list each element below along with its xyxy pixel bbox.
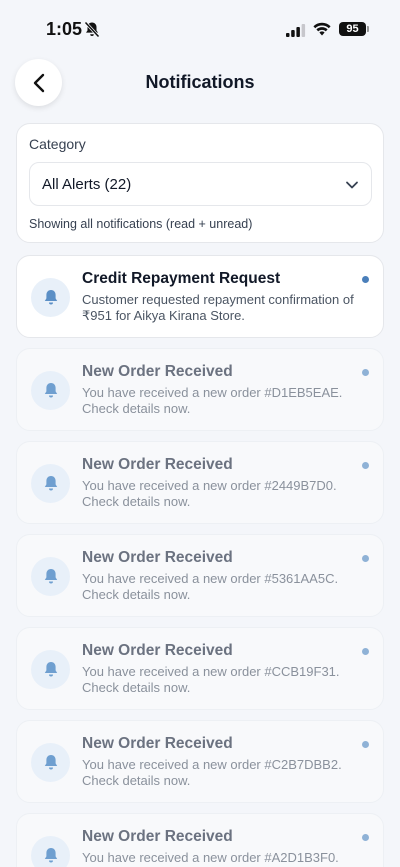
notification-card[interactable]: New Order Received You have received a n… [16, 348, 384, 431]
unread-dot [362, 834, 369, 841]
notification-title: New Order Received [82, 735, 233, 752]
page-title: Notifications [145, 72, 255, 92]
status-time: 1:05 [46, 19, 83, 39]
notification-body: You have received a new order #D1EB5EAE.… [82, 385, 343, 416]
notification-body: You have received a new order #CCB19F31.… [82, 664, 340, 695]
notification-card[interactable]: New Order Received You have received a n… [16, 627, 384, 710]
unread-dot [362, 741, 369, 748]
notification-body: You have received a new order #C2B7DBB2.… [82, 757, 342, 788]
notification-title: New Order Received [82, 642, 233, 659]
notification-card[interactable]: New Order Received You have received a n… [16, 534, 384, 617]
notification-card[interactable]: Credit Repayment Request Customer reques… [16, 255, 384, 338]
status-bar: 1:05 95 [0, 0, 400, 58]
signal-icon [286, 24, 306, 37]
bell-slash-icon [84, 21, 100, 38]
category-select-value: All Alerts (22) [42, 176, 132, 193]
bell-icon [31, 650, 70, 689]
bell-icon [31, 557, 70, 596]
notification-body: You have received a new order #5361AA5C.… [82, 571, 339, 602]
bell-icon [31, 371, 70, 410]
unread-dot [362, 369, 369, 376]
category-filter-card: Category All Alerts (22) Showing all not… [16, 123, 384, 243]
battery-indicator: 95 [339, 22, 369, 36]
notification-list: Credit Repayment Request Customer reques… [16, 255, 384, 867]
notification-title: New Order Received [82, 828, 233, 845]
notification-body: You have received a new order #2449B7D0.… [82, 478, 337, 509]
bell-icon [31, 743, 70, 782]
notification-card[interactable]: New Order Received You have received a n… [16, 441, 384, 524]
category-label: Category [29, 136, 86, 152]
unread-dot [362, 648, 369, 655]
filter-note: Showing all notifications (read + unread… [29, 217, 253, 231]
bell-icon [31, 464, 70, 503]
bell-icon [31, 836, 70, 867]
bell-icon [31, 278, 70, 317]
notification-title: New Order Received [82, 549, 233, 566]
notification-card[interactable]: New Order Received You have received a n… [16, 813, 384, 867]
chevron-down-icon [346, 181, 358, 189]
wifi-icon [313, 22, 331, 36]
category-select[interactable]: All Alerts (22) [29, 162, 372, 206]
unread-dot [362, 276, 369, 283]
notification-title: Credit Repayment Request [82, 270, 281, 287]
notification-body: You have received a new order #A2D1B3F0.… [82, 850, 339, 867]
notification-card[interactable]: New Order Received You have received a n… [16, 720, 384, 803]
notification-title: New Order Received [82, 456, 233, 473]
unread-dot [362, 462, 369, 469]
unread-dot [362, 555, 369, 562]
notification-title: New Order Received [82, 363, 233, 380]
notification-body: Customer requested repayment confirmatio… [82, 292, 354, 323]
